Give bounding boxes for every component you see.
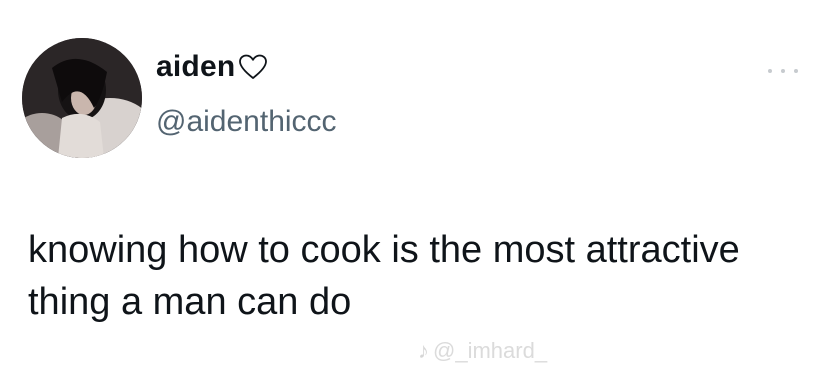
tiktok-icon: ♪ <box>418 338 429 363</box>
more-dots-icon[interactable] <box>768 64 798 78</box>
tweet-text: knowing how to cook is the most attracti… <box>28 229 740 323</box>
watermark-text: @_imhard_ <box>433 338 548 363</box>
avatar[interactable] <box>22 38 142 158</box>
user-handle[interactable]: @aidenthiccc <box>156 105 337 139</box>
avatar-image <box>22 38 142 158</box>
display-name-text: aiden <box>156 50 236 83</box>
tweet-card: aiden @aidenthiccc knowing how to cook i… <box>0 0 828 380</box>
display-name[interactable]: aiden <box>156 50 268 84</box>
watermark: ♪ @_imhard_ <box>418 338 547 364</box>
heart-outline-icon <box>238 53 268 81</box>
